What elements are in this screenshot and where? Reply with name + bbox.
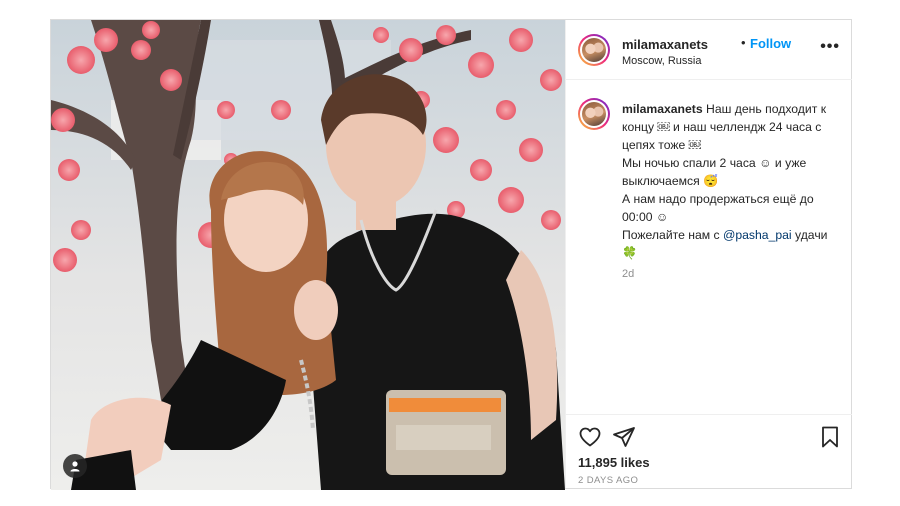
clover-emoji: 🍀 xyxy=(622,246,638,260)
comment-time[interactable]: 2d xyxy=(622,268,634,280)
heart-icon[interactable] xyxy=(578,425,602,449)
send-icon[interactable] xyxy=(612,425,636,449)
posted-timestamp[interactable]: 2 DAYS AGO xyxy=(578,475,638,486)
caption-avatar[interactable] xyxy=(578,98,610,130)
separator-dot: • xyxy=(741,35,746,50)
location-link[interactable]: Moscow, Russia xyxy=(622,55,701,67)
more-options-icon[interactable]: ••• xyxy=(820,38,840,56)
avatar[interactable] xyxy=(578,34,610,66)
photo-illustration xyxy=(51,20,565,490)
caption-line-4-end: удачи xyxy=(791,228,828,242)
caption-line-4-text: Пожелайте нам с xyxy=(622,228,720,242)
caption-line-4: Пожелайте нам с @pasha_pai удачи xyxy=(622,226,842,244)
caption-username[interactable]: milamaxanets xyxy=(622,102,703,116)
caption-line-2: Мы ночью спали 2 часа ☺ и уже выключаемс… xyxy=(622,156,807,188)
user-tag-icon[interactable] xyxy=(63,454,87,478)
post-side-panel: milamaxanets • Follow Moscow, Russia •••… xyxy=(565,20,852,488)
action-bar: 11,895 likes 2 DAYS AGO xyxy=(566,414,852,489)
caption-text: milamaxanets Наш день подходит к концу ￼… xyxy=(622,100,842,262)
bookmark-icon[interactable] xyxy=(818,425,842,449)
post-header: milamaxanets • Follow Moscow, Russia ••• xyxy=(566,20,852,80)
instagram-post: milamaxanets • Follow Moscow, Russia •••… xyxy=(50,19,852,490)
caption-line-3: А нам надо продержаться ещё до 00:00 ☺ xyxy=(622,192,814,224)
post-photo[interactable] xyxy=(51,20,565,490)
follow-button[interactable]: Follow xyxy=(750,36,791,51)
likes-count[interactable]: 11,895 likes xyxy=(578,455,650,470)
mention-link[interactable]: @pasha_pai xyxy=(723,228,792,242)
header-username[interactable]: milamaxanets xyxy=(622,37,708,52)
